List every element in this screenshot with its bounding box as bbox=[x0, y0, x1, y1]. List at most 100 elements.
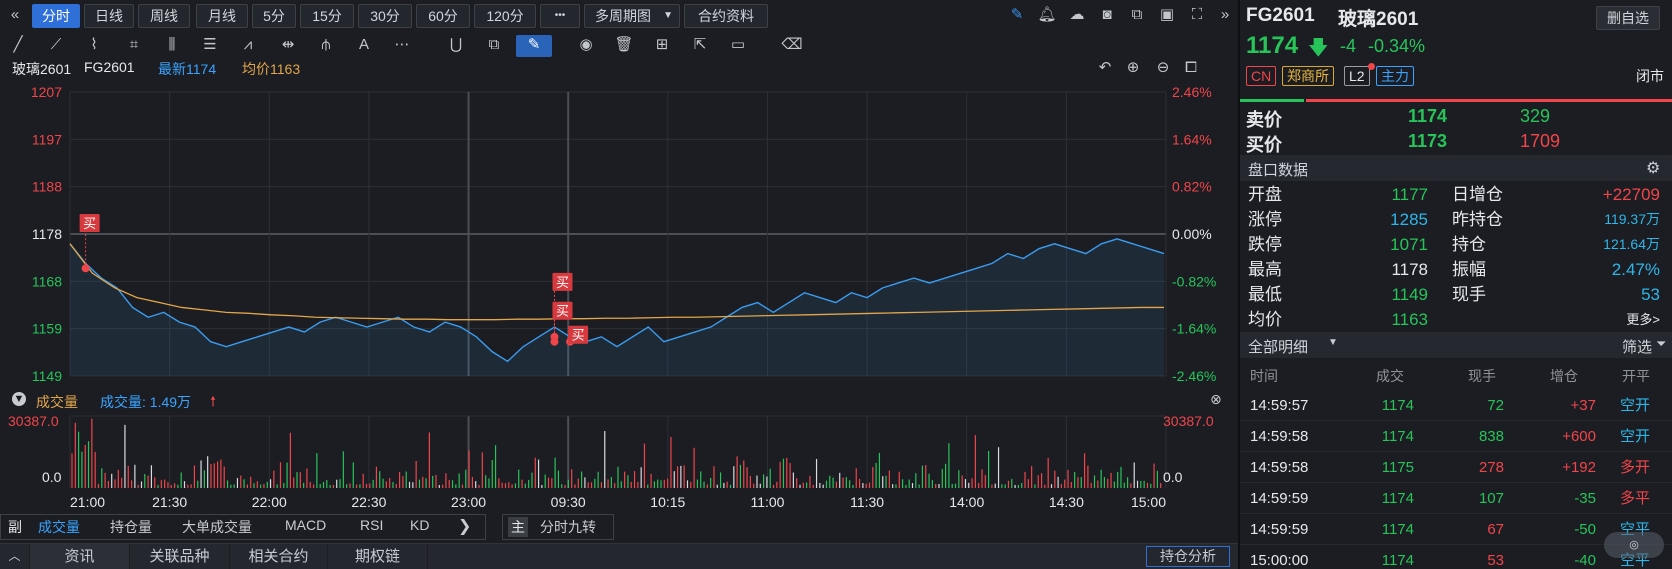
drawing-toolbar: ╱ ⟋ ⌇ ⌗ ⫼ ☰ ⩘ ⇹ ⫛ A ⋯ ⋃ ⧉ ✎ ◉ 🗑︎ ⊞ ⇱ ▭ ⌫ bbox=[0, 32, 1238, 58]
stat-value-2[interactable]: 更多> bbox=[1626, 307, 1660, 332]
col-type: 开平 bbox=[1622, 368, 1650, 384]
camera-icon[interactable]: ◙ bbox=[1096, 5, 1118, 25]
filter-icon[interactable]: ⏷ bbox=[1656, 336, 1666, 352]
chevron-down-icon[interactable]: ▼ bbox=[1328, 337, 1338, 348]
chart-series bbox=[69, 238, 1165, 376]
volume-max-right: 30387.0 bbox=[1163, 413, 1214, 429]
copy-icon[interactable]: ⧉ bbox=[1126, 5, 1148, 25]
tab-news[interactable]: 资讯 bbox=[30, 544, 130, 569]
period-monthly[interactable]: 月线 bbox=[196, 4, 248, 28]
tab-macd[interactable]: MACD bbox=[285, 517, 326, 533]
tag-l2: L2 bbox=[1344, 66, 1370, 86]
fullscreen-icon[interactable]: ⛶ bbox=[1186, 5, 1208, 25]
multi-period-dropdown[interactable]: 多周期图 ▼ bbox=[584, 4, 680, 28]
detail-header: 全部明细 ▼ 筛选 ⏷ bbox=[1240, 332, 1672, 358]
filter-label[interactable]: 筛选 bbox=[1622, 336, 1652, 357]
monitor-icon[interactable]: ▣ bbox=[1156, 5, 1178, 25]
intraday-price-chart[interactable]: 1207 1197 1188 1178 1168 1159 1149 2.46% 1.64% 0… bbox=[0, 80, 1238, 390]
stat-value-2: 53 bbox=[1641, 285, 1660, 304]
bid-price: 1173 bbox=[1408, 131, 1448, 151]
share-icon[interactable]: ⇱ bbox=[688, 35, 712, 57]
x-tick-label: 09:30 bbox=[551, 494, 586, 510]
last-price: 1174 bbox=[1246, 32, 1299, 59]
period-30min[interactable]: 30分 bbox=[358, 4, 412, 28]
collapse-volume-icon[interactable]: ▼ bbox=[12, 392, 26, 406]
main-indicator-prefix: 主 bbox=[508, 517, 528, 537]
draw-pen-icon[interactable]: ✎ bbox=[516, 35, 552, 57]
remove-watchlist-button[interactable]: 删自选 bbox=[1596, 6, 1660, 30]
period-daily[interactable]: 日线 bbox=[84, 4, 134, 28]
contract-info-button[interactable]: 合约资料 bbox=[684, 4, 768, 28]
stat-label: 开盘 bbox=[1248, 185, 1282, 204]
fib-tool-icon[interactable]: ☰ bbox=[198, 35, 222, 57]
trade-volume: 67 bbox=[1487, 521, 1504, 538]
eye-icon[interactable]: ◉ bbox=[574, 35, 598, 57]
stat-label: 最低 bbox=[1248, 285, 1282, 304]
trash-icon[interactable]: 🗑︎ bbox=[612, 35, 636, 57]
segment-tool-icon[interactable]: ⟋ bbox=[44, 35, 68, 57]
l2-dot-icon bbox=[1368, 63, 1375, 70]
stat-row: 开盘 1177 日增仓 +22709 bbox=[1240, 182, 1672, 207]
more-tools-icon[interactable]: ⋯ bbox=[390, 35, 414, 57]
bell-icon[interactable]: 🔔︎ bbox=[1036, 5, 1058, 25]
period-15min[interactable]: 15分 bbox=[300, 4, 354, 28]
stat-label-2: 振幅 bbox=[1452, 260, 1486, 279]
eraser-icon[interactable]: ⌫ bbox=[780, 35, 804, 57]
measure-tool-icon[interactable]: ⇹ bbox=[276, 35, 300, 57]
tab-kd[interactable]: KD bbox=[410, 517, 429, 533]
grid-icon[interactable]: ⊞ bbox=[650, 35, 674, 57]
y-tick-right: -2.46% bbox=[1172, 368, 1216, 384]
trade-volume: 72 bbox=[1487, 397, 1504, 414]
pen-icon[interactable]: ✎ bbox=[1006, 5, 1028, 25]
cloud-icon[interactable]: ☁ bbox=[1066, 5, 1088, 25]
chevron-right-icon[interactable]: ❯ bbox=[458, 516, 471, 536]
tab-related-products[interactable]: 关联品种 bbox=[130, 544, 230, 569]
fan-tool-icon[interactable]: ⩘ bbox=[236, 35, 260, 57]
tab-related-contracts[interactable]: 相关合约 bbox=[230, 544, 328, 569]
float-widget-icon[interactable]: ◎ bbox=[1604, 532, 1664, 558]
pitchfork-tool-icon[interactable]: ⫛ bbox=[314, 35, 338, 57]
line-tool-icon[interactable]: ╱ bbox=[6, 35, 30, 57]
collapse-left-icon[interactable]: « bbox=[4, 5, 26, 25]
chart-info-row: 玻璃2601 FG2601 最新1174 均价1163 ↶ ⊕ ⊖ ⧠ bbox=[0, 58, 1238, 80]
period-weekly[interactable]: 周线 bbox=[138, 4, 190, 28]
y-tick-left: 1178 bbox=[32, 226, 62, 242]
trade-price: 1174 bbox=[1381, 552, 1414, 569]
layout-icon[interactable]: ⧠ bbox=[1180, 58, 1202, 78]
y-tick-right: 0.00% bbox=[1172, 226, 1212, 242]
expand-right-icon[interactable]: » bbox=[1214, 5, 1236, 25]
tab-nine-turn[interactable]: 分时九转 bbox=[540, 517, 596, 537]
bars-tool-icon[interactable]: ⫼ bbox=[160, 35, 184, 57]
latest-price-label: 最新1174 bbox=[158, 61, 217, 77]
more-periods-button[interactable]: ••• bbox=[540, 4, 580, 28]
comment-icon[interactable]: ▭ bbox=[726, 35, 750, 57]
tab-option-chain[interactable]: 期权链 bbox=[328, 544, 428, 569]
period-60min[interactable]: 60分 bbox=[416, 4, 470, 28]
tab-large-volume[interactable]: 大单成交量 bbox=[182, 517, 252, 537]
tab-rsi[interactable]: RSI bbox=[360, 517, 383, 533]
detail-title: 全部明细 bbox=[1248, 339, 1309, 356]
x-tick-label: 14:00 bbox=[949, 494, 984, 510]
stat-value: 1149 bbox=[1391, 285, 1428, 304]
collapse-up-icon[interactable]: ︿ bbox=[0, 544, 30, 569]
zoom-out-icon[interactable]: ⊖ bbox=[1152, 58, 1174, 78]
trade-row: 14:59:59 1174 107 -35 多平 bbox=[1240, 483, 1672, 514]
period-intraday[interactable]: 分时 bbox=[32, 4, 80, 28]
trade-price: 1175 bbox=[1381, 459, 1414, 476]
bid-label: 买价 bbox=[1246, 135, 1282, 155]
period-5min[interactable]: 5分 bbox=[252, 4, 296, 28]
magnet-icon[interactable]: ⋃ bbox=[444, 35, 468, 57]
tab-volume[interactable]: 成交量 bbox=[38, 517, 80, 537]
close-icon[interactable]: ⊗ bbox=[1210, 391, 1222, 408]
text-tool-icon[interactable]: A bbox=[352, 35, 376, 57]
undo-icon[interactable]: ↶ bbox=[1094, 58, 1116, 78]
crop-tool-icon[interactable]: ⌗ bbox=[122, 35, 146, 57]
position-analysis-button[interactable]: 持仓分析 bbox=[1146, 546, 1230, 567]
path-tool-icon[interactable]: ⌇ bbox=[82, 35, 106, 57]
zoom-in-icon[interactable]: ⊕ bbox=[1122, 58, 1144, 78]
trade-volume: 53 bbox=[1487, 552, 1504, 569]
layers-icon[interactable]: ⧉ bbox=[482, 35, 506, 57]
tab-open-interest[interactable]: 持仓量 bbox=[110, 517, 152, 537]
gear-icon[interactable]: ⚙ bbox=[1646, 158, 1660, 178]
period-120min[interactable]: 120分 bbox=[474, 4, 536, 28]
